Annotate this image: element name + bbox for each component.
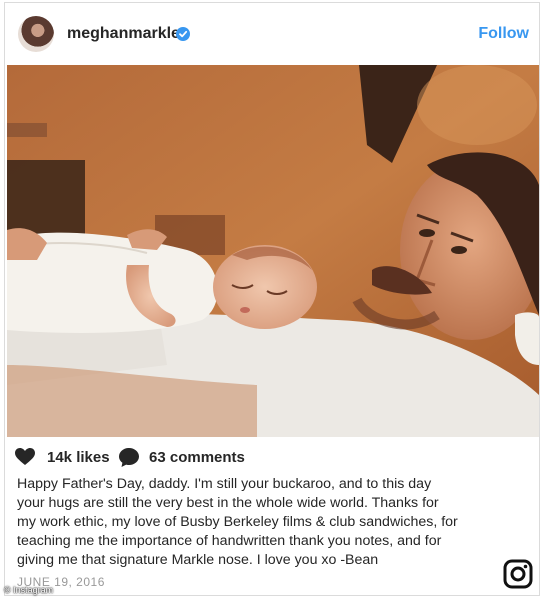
username-link[interactable]: meghanmarkle bbox=[67, 25, 180, 43]
caption-line: teaching me the importance of handwritte… bbox=[17, 533, 442, 549]
caption-line: my work ethic, my love of Busby Berkeley… bbox=[17, 514, 458, 530]
instagram-watermark: © Instagram bbox=[4, 585, 54, 595]
caption-line: Happy Father's Day, daddy. I'm still you… bbox=[17, 476, 432, 492]
instagram-post-card: meghanmarkle Follow 14k likes 63 comment… bbox=[4, 2, 540, 596]
post-caption: Happy Father's Day, daddy. I'm still you… bbox=[17, 475, 522, 570]
follow-button[interactable]: Follow bbox=[478, 25, 529, 43]
comments-count[interactable]: 63 comments bbox=[149, 449, 245, 466]
instagram-logo-icon[interactable] bbox=[503, 559, 533, 594]
caption-line: your hugs are still the very best in the… bbox=[17, 495, 439, 511]
heart-icon[interactable] bbox=[15, 448, 35, 471]
caption-line: giving me that signature Markle nose. I … bbox=[17, 552, 379, 568]
likes-count[interactable]: 14k likes bbox=[47, 449, 110, 466]
verified-badge-icon bbox=[176, 27, 190, 41]
avatar[interactable] bbox=[18, 16, 54, 52]
post-actions: 14k likes 63 comments bbox=[15, 445, 515, 469]
post-header: meghanmarkle Follow bbox=[5, 3, 539, 65]
post-photo[interactable] bbox=[7, 65, 539, 437]
comment-icon[interactable] bbox=[119, 448, 139, 472]
